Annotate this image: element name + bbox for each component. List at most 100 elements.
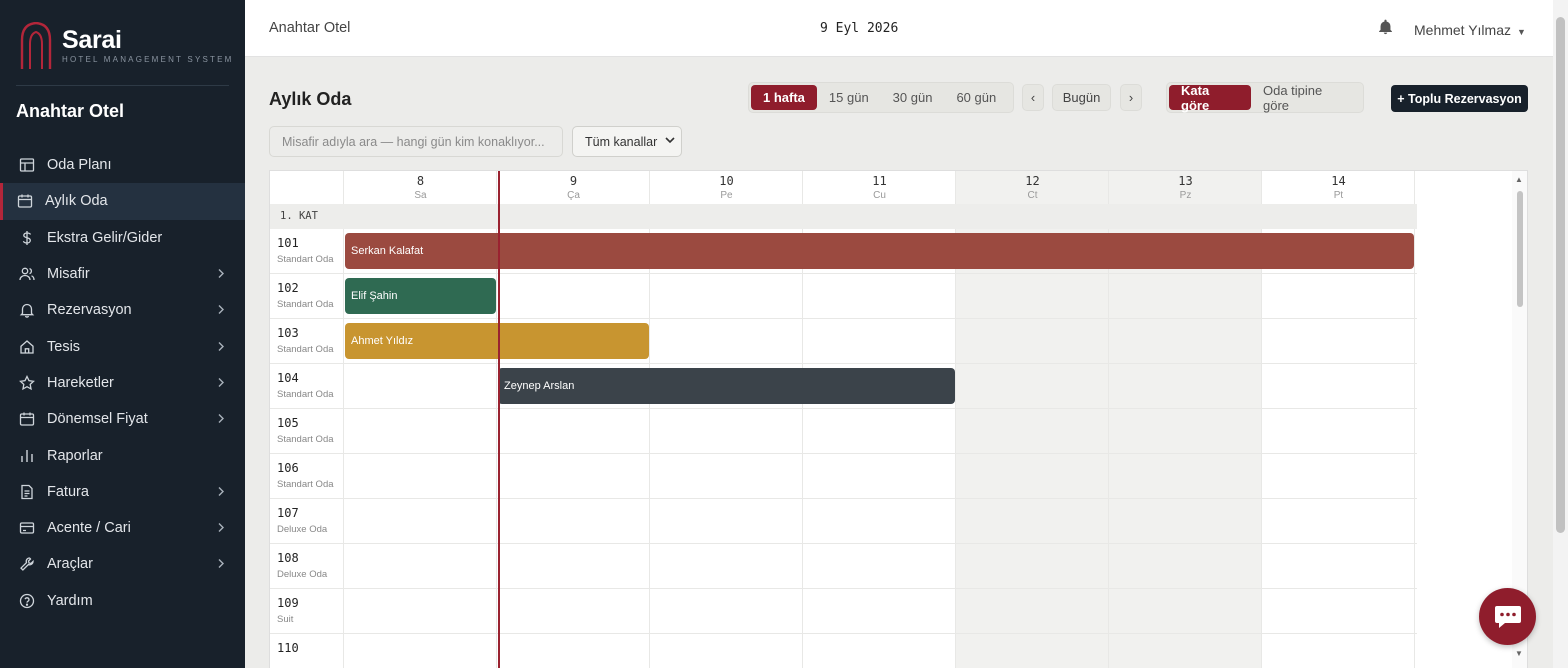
day-header: 13 Pz — [1109, 171, 1262, 204]
chevron-right-icon — [217, 412, 225, 427]
room-row[interactable]: 107 Deluxe Oda — [270, 499, 1417, 544]
room-number: 105 — [277, 416, 299, 430]
dollar-icon — [19, 230, 35, 246]
sidebar-item-rezervasyon[interactable]: Rezervasyon — [0, 292, 245, 328]
credit-card-icon — [19, 520, 35, 536]
sidebar-item-hareketler[interactable]: Hareketler — [0, 365, 245, 401]
home-icon — [19, 339, 35, 355]
room-calendar: ▲ ▼ 8 Sa 9 Ça 10 Pe 11 Cu 12 Ct 13 Pz 14 Pt 1. KAT 101 S… — [269, 170, 1528, 668]
topbar-date: 9 Eyl 2026 — [820, 21, 899, 36]
topbar: Anahtar Otel 9 Eyl 2026 Mehmet Yılmaz ▼ — [245, 0, 1568, 57]
range-option-3[interactable]: 60 gün — [944, 85, 1008, 110]
day-number: 13 — [1178, 174, 1193, 188]
reservation-bar[interactable]: Ahmet Yıldız — [345, 323, 649, 359]
room-number: 107 — [277, 506, 299, 520]
sidebar-item-label: Tesis — [47, 338, 81, 355]
grid-line — [802, 171, 803, 204]
sidebar-item-dönemsel-fiyat[interactable]: Dönemsel Fiyat — [0, 401, 245, 437]
room-number: 108 — [277, 551, 299, 565]
chat-button[interactable] — [1479, 588, 1536, 645]
grid-line — [1414, 171, 1415, 204]
page-scroll-thumb[interactable] — [1556, 17, 1565, 533]
day-number: 10 — [719, 174, 734, 188]
sidebar-item-label: Yardım — [47, 592, 93, 609]
sidebar-item-ekstra-gelir-gider[interactable]: Ekstra Gelir/Gider — [0, 220, 245, 256]
next-button[interactable]: › — [1120, 84, 1142, 111]
channel-select[interactable]: Tüm kanallar — [572, 126, 682, 157]
room-row[interactable]: 108 Deluxe Oda — [270, 544, 1417, 589]
guest-search-input[interactable] — [269, 126, 563, 157]
calendar-icon — [17, 193, 33, 209]
room-number: 101 — [277, 236, 299, 250]
grid-line — [1108, 171, 1109, 204]
scroll-down-icon[interactable]: ▼ — [1515, 649, 1523, 658]
day-name: Pt — [1333, 190, 1344, 201]
sidebar-item-aylık-oda[interactable]: Aylık Oda — [0, 183, 245, 220]
floor-label: 1. KAT — [270, 204, 1417, 229]
sidebar-item-misafir[interactable]: Misafir — [0, 256, 245, 292]
topbar-hotel-name: Anahtar Otel — [269, 20, 351, 36]
range-option-2[interactable]: 30 gün — [881, 85, 945, 110]
group-option-0[interactable]: Kata göre — [1169, 83, 1251, 113]
sidebar-item-label: Raporlar — [47, 447, 103, 464]
sidebar-item-acente-cari[interactable]: Acente / Cari — [0, 510, 245, 546]
scroll-up-icon[interactable]: ▲ — [1515, 175, 1523, 184]
grid-line — [343, 171, 344, 204]
range-option-1[interactable]: 15 gün — [817, 85, 881, 110]
help-circle-icon — [19, 593, 35, 609]
day-number: 12 — [1025, 174, 1040, 188]
room-number: 102 — [277, 281, 299, 295]
day-name: Ça — [567, 190, 580, 201]
day-number: 11 — [872, 174, 887, 188]
brand-logo[interactable]: Sarai HOTEL MANAGEMENT SYSTEM — [20, 22, 234, 70]
reservation-guest-name: Zeynep Arslan — [504, 380, 575, 392]
room-number: 103 — [277, 326, 299, 340]
sidebar-nav: Oda Planı Aylık Oda Ekstra Gelir/Gider Misa… — [0, 147, 245, 619]
notification-bell-icon[interactable] — [1377, 18, 1394, 41]
today-button[interactable]: Bugün — [1052, 84, 1111, 111]
chevron-right-icon — [217, 521, 225, 536]
chevron-left-icon: ‹ — [1030, 90, 1036, 105]
sidebar-item-label: Fatura — [47, 483, 89, 500]
prev-button[interactable]: ‹ — [1022, 84, 1044, 111]
day-header: 8 Sa — [344, 171, 497, 204]
sidebar-item-label: Hareketler — [47, 374, 114, 391]
reservation-bar[interactable]: Zeynep Arslan — [498, 368, 955, 404]
room-type: Standart Oda — [277, 299, 334, 310]
room-row[interactable]: 105 Standart Oda — [270, 409, 1417, 454]
grid-line — [1261, 171, 1262, 204]
sidebar-item-fatura[interactable]: Fatura — [0, 474, 245, 510]
sidebar-item-oda-planı[interactable]: Oda Planı — [0, 147, 245, 183]
group-option-1[interactable]: Oda tipine göre — [1251, 83, 1361, 113]
user-menu[interactable]: Mehmet Yılmaz ▼ — [1414, 22, 1526, 38]
room-type: Deluxe Oda — [277, 569, 328, 580]
room-row[interactable]: 106 Standart Oda — [270, 454, 1417, 499]
day-header: 10 Pe — [650, 171, 803, 204]
sidebar-item-raporlar[interactable]: Raporlar — [0, 437, 245, 473]
chevron-right-icon — [217, 339, 225, 354]
room-row[interactable]: 110 — [270, 634, 1417, 668]
reservation-bar[interactable]: Elif Şahin — [345, 278, 496, 314]
sidebar-item-yardım[interactable]: Yardım — [0, 583, 245, 619]
sidebar-item-tesis[interactable]: Tesis — [0, 328, 245, 364]
day-number: 14 — [1331, 174, 1346, 188]
reservation-bar[interactable]: Serkan Kalafat — [345, 233, 1414, 269]
chevron-right-icon — [217, 267, 225, 282]
day-name: Cu — [873, 190, 886, 201]
calendar-scroll-thumb[interactable] — [1517, 191, 1523, 307]
room-row[interactable]: 109 Suit — [270, 589, 1417, 634]
chevron-down-icon — [665, 135, 675, 148]
range-option-0[interactable]: 1 hafta — [751, 85, 817, 110]
users-icon — [19, 266, 35, 282]
day-name: Pz — [1179, 190, 1192, 201]
room-type: Standart Oda — [277, 344, 334, 355]
sidebar-item-label: Oda Planı — [47, 157, 112, 174]
day-name: Ct — [1027, 190, 1038, 201]
chevron-right-icon — [217, 557, 225, 572]
day-number: 9 — [569, 174, 578, 188]
sidebar-item-araçlar[interactable]: Araçlar — [0, 546, 245, 582]
grid-line — [649, 171, 650, 204]
chevron-right-icon: › — [1128, 90, 1134, 105]
bulk-reservation-button[interactable]: + Toplu Rezervasyon — [1391, 85, 1528, 112]
file-icon — [19, 484, 35, 500]
